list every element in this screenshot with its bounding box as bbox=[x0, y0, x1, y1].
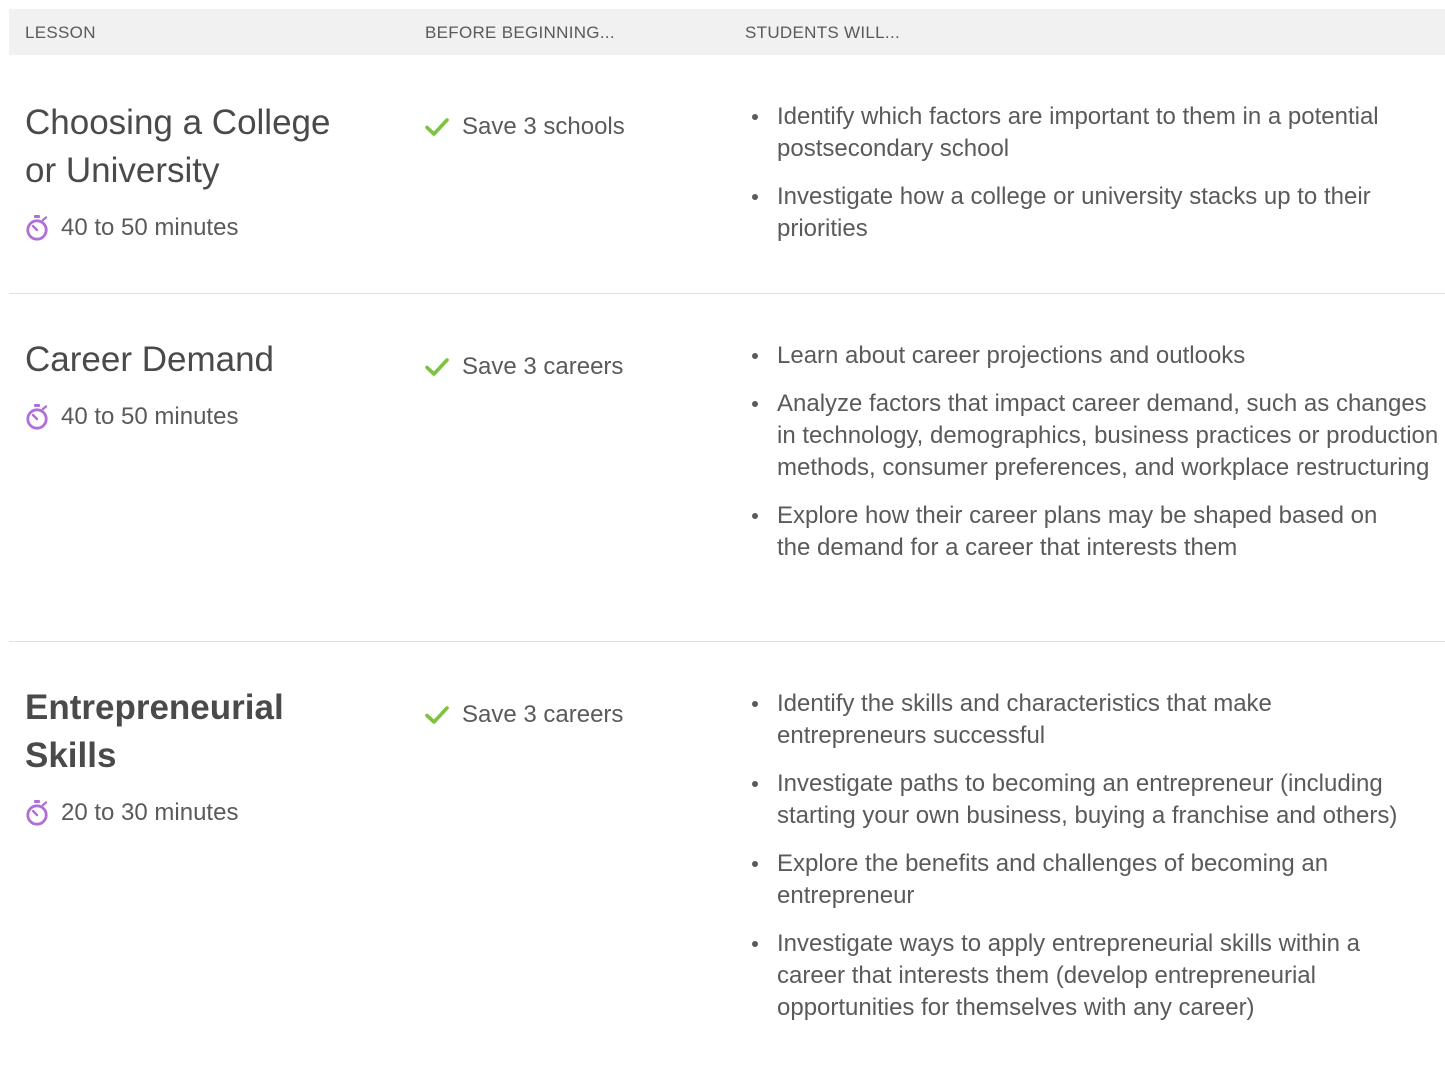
outcome-item: Investigate how a college or university … bbox=[745, 181, 1445, 245]
lesson-cell: Career Demand 40 to 50 minutes bbox=[25, 336, 385, 432]
prerequisite-cell: Save 3 schools bbox=[425, 110, 625, 144]
prerequisite-cell: Save 3 careers bbox=[425, 698, 623, 732]
table-row: Career Demand 40 to 50 minutes Save 3 ca… bbox=[9, 294, 1445, 642]
duration-text: 20 to 30 minutes bbox=[61, 799, 239, 826]
outcome-item: Analyze factors that impact career deman… bbox=[745, 388, 1445, 484]
outcome-item: Learn about career projections and outlo… bbox=[745, 340, 1445, 372]
lesson-duration: 40 to 50 minutes bbox=[25, 213, 385, 243]
lesson-title-line: Entrepreneurial bbox=[25, 688, 284, 727]
outcome-text: Analyze factors that impact career deman… bbox=[777, 390, 1439, 481]
outcomes-list: Identify the skills and characteristics … bbox=[745, 688, 1445, 1040]
prerequisite-cell: Save 3 careers bbox=[425, 350, 623, 384]
prerequisite-text: Save 3 careers bbox=[462, 353, 624, 380]
outcome-item: Explore the benefits and challenges of b… bbox=[745, 848, 1427, 912]
outcome-text: Identify the skills and characteristics … bbox=[777, 690, 1272, 749]
outcome-text: Learn about career projections and outlo… bbox=[777, 342, 1246, 369]
table-row: Entrepreneurial Skills 20 to 30 minutes … bbox=[9, 642, 1445, 1062]
outcomes-list: Identify which factors are important to … bbox=[745, 101, 1445, 261]
duration-text: 40 to 50 minutes bbox=[61, 214, 239, 241]
outcome-item: Identify the skills and characteristics … bbox=[745, 688, 1377, 752]
outcomes-list: Learn about career projections and outlo… bbox=[745, 340, 1445, 580]
outcome-text: Identify which factors are important to … bbox=[777, 103, 1379, 162]
lesson-title[interactable]: Career Demand bbox=[25, 336, 385, 384]
lesson-title-line: Skills bbox=[25, 736, 117, 775]
lesson-cell: Entrepreneurial Skills 20 to 30 minutes bbox=[25, 684, 385, 828]
lesson-duration: 40 to 50 minutes bbox=[25, 402, 385, 432]
header-students-will: STUDENTS WILL... bbox=[745, 23, 900, 42]
outcome-item: Explore how their career plans may be sh… bbox=[745, 500, 1387, 564]
header-lesson: LESSON bbox=[25, 23, 96, 42]
duration-text: 40 to 50 minutes bbox=[61, 403, 239, 430]
lesson-title-line: Choosing a College bbox=[25, 103, 331, 142]
lesson-cell: Choosing a College or University 40 to 5… bbox=[25, 99, 385, 243]
header-before-beginning: BEFORE BEGINNING... bbox=[425, 23, 615, 42]
prerequisite-text: Save 3 careers bbox=[462, 701, 624, 728]
outcome-item: Identify which factors are important to … bbox=[745, 101, 1445, 165]
lesson-title[interactable]: Entrepreneurial Skills bbox=[25, 684, 385, 780]
outcome-text: Explore the benefits and challenges of b… bbox=[777, 850, 1329, 909]
lesson-title[interactable]: Choosing a College or University bbox=[25, 99, 385, 195]
outcome-text: Explore how their career plans may be sh… bbox=[777, 502, 1378, 561]
prerequisite-text: Save 3 schools bbox=[462, 113, 625, 140]
stopwatch-icon bbox=[26, 215, 48, 241]
outcome-text: Investigate how a college or university … bbox=[777, 183, 1371, 242]
outcome-item: Investigate paths to becoming an entrepr… bbox=[745, 768, 1445, 832]
check-icon bbox=[425, 358, 449, 376]
lessons-table: LESSON BEFORE BEGINNING... STUDENTS WILL… bbox=[9, 9, 1445, 1062]
outcome-text: Investigate paths to becoming an entrepr… bbox=[777, 770, 1398, 829]
lesson-title-line: or University bbox=[25, 151, 220, 190]
table-header: LESSON BEFORE BEGINNING... STUDENTS WILL… bbox=[9, 9, 1445, 55]
check-icon bbox=[425, 706, 449, 724]
lesson-duration: 20 to 30 minutes bbox=[25, 798, 385, 828]
stopwatch-icon bbox=[26, 800, 48, 826]
table-row: Choosing a College or University 40 to 5… bbox=[9, 55, 1445, 294]
check-icon bbox=[425, 118, 449, 136]
lesson-title-line: Career Demand bbox=[25, 340, 274, 379]
stopwatch-icon bbox=[26, 404, 48, 430]
outcome-item: Investigate ways to apply entrepreneuria… bbox=[745, 928, 1427, 1024]
outcome-text: Investigate ways to apply entrepreneuria… bbox=[777, 930, 1360, 1021]
